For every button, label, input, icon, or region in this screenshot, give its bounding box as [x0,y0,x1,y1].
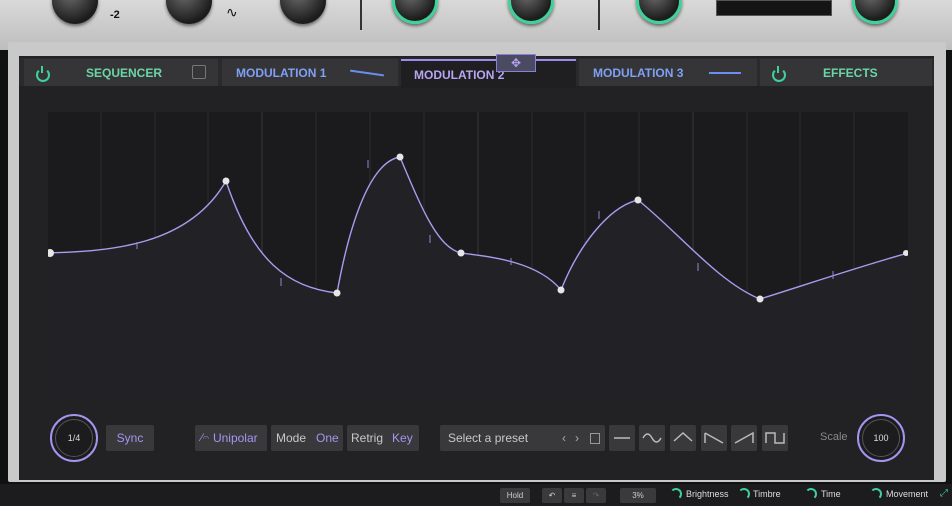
macro-label: Movement [886,489,929,499]
curve-node [396,153,404,161]
tab-label: MODULATION 2 [414,67,505,82]
macro-arc-icon[interactable] [805,488,817,500]
macro-label: Timbre [753,489,781,499]
mode-label: Mode [276,431,307,445]
rate-knob[interactable]: 1/4 [50,414,98,462]
retrig-value: Key [392,431,413,445]
top-knob-5[interactable] [508,0,554,24]
sync-label: Sync [116,431,144,445]
unipolar-icon: ⁄𝄐 [201,431,209,444]
move-icon[interactable]: ✥ [496,54,536,72]
rate-value: 1/4 [67,433,81,443]
copy-icon[interactable] [590,432,600,444]
preset-selector[interactable]: Select a preset ‹ › [440,425,605,451]
hold-button[interactable]: Hold [500,488,530,503]
top-knob-4[interactable] [392,0,438,24]
sine-wave-icon[interactable] [639,425,665,451]
hold-label: Hold [506,491,524,500]
top-knob-1[interactable] [52,0,98,24]
curve-node [634,196,642,204]
panel-divider [360,0,362,30]
saw-wave-icon[interactable] [701,425,727,451]
flat-wave-icon[interactable] [609,425,635,451]
mod-curve-preview [350,69,384,77]
undo-icon[interactable]: ↶ [542,488,562,503]
triangle-wave-icon[interactable] [670,425,696,451]
tab-label: SEQUENCER [86,65,163,80]
tab-label: MODULATION 3 [593,65,684,80]
tab-sequencer[interactable]: SEQUENCER [24,59,218,86]
top-knob-6[interactable] [636,0,682,24]
top-knob-value: -2 [110,9,120,21]
curve-node [222,177,230,185]
curve-node [557,286,565,294]
wave-icon: ∿ [226,4,238,20]
resize-icon[interactable]: ⤢ [940,488,948,499]
preset-placeholder: Select a preset [448,431,529,445]
top-knob-2[interactable] [166,0,212,24]
mode-selector[interactable]: Mode One [271,425,343,451]
redo-icon[interactable]: ↷ [586,488,606,503]
menu-icon[interactable]: ≡ [564,488,584,503]
tab-effects[interactable]: EFFECTS [760,59,932,86]
top-display [716,0,832,16]
macro-label: Brightness [686,489,729,499]
sync-button[interactable]: Sync [106,425,154,451]
power-icon[interactable] [36,66,50,82]
macro-label: Time [821,489,841,499]
panel-divider [598,0,600,30]
lock-icon[interactable] [192,65,206,79]
zoom-display[interactable]: 3% [620,488,656,503]
ramp-wave-icon[interactable] [731,425,757,451]
lfo-graph[interactable] [46,112,909,396]
retrig-label: Retrig [351,431,384,445]
tab-modulation-1[interactable]: MODULATION 1 [222,59,398,86]
tab-modulation-2[interactable]: MODULATION 2 [401,59,576,88]
mode-value: One [316,431,339,445]
unipolar-button[interactable]: ⁄𝄐 Unipolar [195,425,267,451]
curve-node [756,295,764,303]
scale-label: Scale [820,431,848,443]
macro-arc-icon[interactable] [870,488,882,500]
next-preset-icon[interactable]: › [575,431,579,445]
curve-node [333,289,341,297]
tab-modulation-3[interactable]: MODULATION 3 [579,59,757,86]
retrig-selector[interactable]: Retrig Key [347,425,419,451]
macro-arc-icon[interactable] [738,488,750,500]
scale-value: 100 [873,433,889,443]
top-knob-7[interactable] [852,0,898,24]
macro-arc-icon[interactable] [670,488,682,500]
tab-label: MODULATION 1 [236,65,327,80]
power-icon[interactable] [772,66,786,82]
tab-label: EFFECTS [823,65,878,80]
lfo-curve-svg[interactable] [46,112,909,396]
prev-preset-icon[interactable]: ‹ [562,431,566,445]
scale-knob[interactable]: 100 [857,414,905,462]
zoom-value: 3% [632,491,644,500]
top-knob-3[interactable] [280,0,326,24]
mod-curve-preview [709,72,741,74]
unipolar-label: Unipolar [212,431,258,445]
curve-node [457,249,465,257]
square-wave-icon[interactable] [762,425,788,451]
